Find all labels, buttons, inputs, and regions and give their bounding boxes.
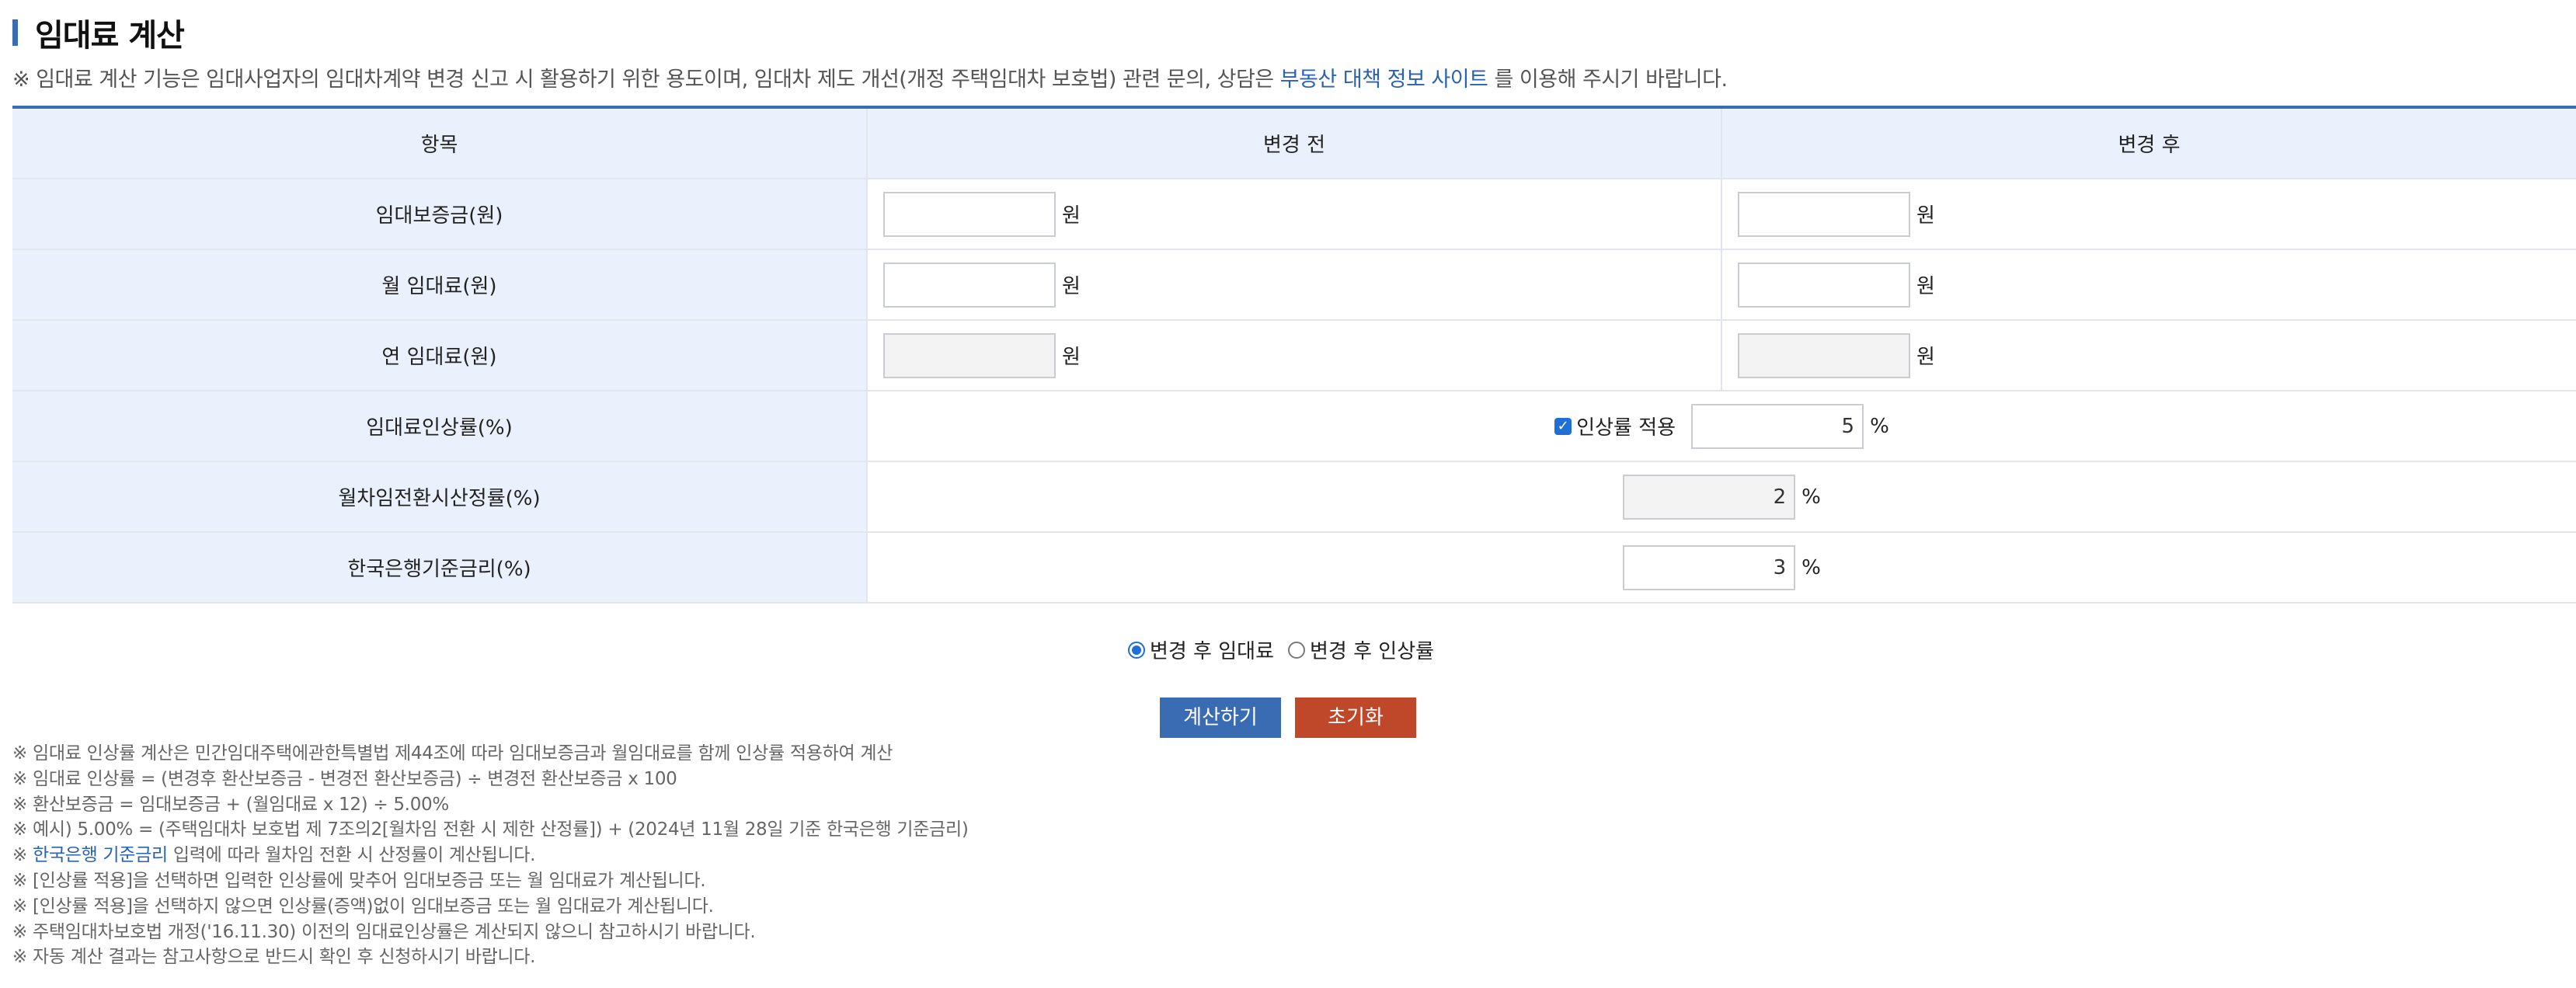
title-accent-bar	[12, 19, 18, 46]
header-after: 변경 후	[1721, 107, 2576, 179]
note-item: ※ 임대료 인상률 = (변경후 환산보증금 - 변경전 환산보증금) ÷ 변경…	[12, 768, 677, 789]
cell-annual-after: 원	[1721, 320, 2576, 391]
monthly-after-input[interactable]	[1738, 262, 1910, 308]
header-before: 변경 전	[866, 107, 1721, 179]
annual-before-field	[883, 332, 1056, 378]
page-title: 임대료 계산	[35, 18, 185, 54]
annual-after-field	[1738, 332, 1910, 378]
monthly-before-input[interactable]	[883, 262, 1056, 308]
table-row-monthly: 월 임대료(원) 원 원	[12, 249, 2576, 321]
notice-prefix: ※ 임대료 계산 기능은 임대사업자의 임대차계약 변경 신고 시 활용하기 위…	[12, 68, 1280, 92]
unit-won: 원	[1062, 275, 1081, 298]
table-row-deposit: 임대보증금(원) 원 원	[12, 179, 2576, 250]
cell-conversion: 2%	[866, 461, 2576, 533]
notice-suffix: 를 이용해 주시기 바랍니다.	[1488, 68, 1728, 92]
cell-annual-before: 원	[866, 320, 1721, 391]
note-item: ※ 환산보증금 = 임대보증금 + (월임대료 x 12) ÷ 5.00%	[12, 794, 449, 815]
header-item: 항목	[12, 107, 867, 179]
row-label-deposit: 임대보증금(원)	[12, 179, 867, 250]
bok-rate-input[interactable]: 3	[1623, 544, 1796, 590]
note-item: ※ 자동 계산 결과는 참고사항으로 반드시 확인 후 신청하시기 바랍니다.	[12, 947, 536, 968]
note-item: ※ 임대료 인상률 계산은 민간임대주택에관한특별법 제44조에 따라 임대보증…	[12, 743, 893, 764]
cell-deposit-before: 원	[866, 179, 1721, 250]
note-item: ※ [인상률 적용]을 선택하지 않으면 인상률(증액)없이 임대보증금 또는 …	[12, 896, 714, 917]
row-label-increase: 임대료인상률(%)	[12, 391, 867, 462]
bok-base-rate-link[interactable]: 한국은행 기준금리	[33, 845, 168, 865]
row-label-monthly: 월 임대료(원)	[12, 249, 867, 321]
calc-mode-radio-group: 변경 후 임대료 변경 후 인상률	[0, 635, 2576, 664]
unit-won: 원	[1916, 204, 1935, 228]
table-row-increase: 임대료인상률(%) ✓ 인상률 적용 5%	[12, 391, 2576, 462]
apply-increase-label[interactable]: 인상률 적용	[1576, 412, 1676, 440]
note-suffix: 입력에 따라 월차임 전환 시 산정률이 계산됩니다.	[167, 845, 536, 866]
table-row-conversion: 월차임전환시산정률(%) 2%	[12, 461, 2576, 533]
row-label-annual: 연 임대료(원)	[12, 320, 867, 391]
unit-won: 원	[1916, 346, 1935, 369]
note-item: ※ 주택임대차보호법 개정('16.11.30) 이전의 임대료인상률은 계산되…	[12, 921, 756, 942]
unit-percent: %	[1801, 485, 1821, 509]
unit-won: 원	[1916, 275, 1935, 298]
rent-calculator-page: 임대료 계산 ※ 임대료 계산 기능은 임대사업자의 임대차계약 변경 신고 시…	[0, 0, 2576, 988]
row-label-bok-rate: 한국은행기준금리(%)	[12, 532, 867, 604]
notice-text: ※ 임대료 계산 기능은 임대사업자의 임대차계약 변경 신고 시 활용하기 위…	[12, 62, 1728, 92]
unit-percent: %	[1801, 555, 1821, 579]
cell-monthly-before: 원	[866, 249, 1721, 321]
page-title-row: 임대료 계산	[12, 11, 185, 54]
table-row-bok-rate: 한국은행기준금리(%) 3%	[12, 532, 2576, 604]
row-label-conversion: 월차임전환시산정률(%)	[12, 461, 867, 533]
unit-won: 원	[1062, 346, 1081, 369]
radio-after-rent-label[interactable]: 변경 후 임대료	[1150, 635, 1274, 664]
deposit-after-input[interactable]	[1738, 191, 1910, 237]
radio-after-rate[interactable]	[1288, 641, 1305, 659]
notes-list: ※ 임대료 인상률 계산은 민간임대주택에관한특별법 제44조에 따라 임대보증…	[12, 741, 969, 970]
deposit-before-input[interactable]	[883, 191, 1056, 237]
table-row-annual: 연 임대료(원) 원 원	[12, 320, 2576, 391]
note-item: ※ 예시) 5.00% = (주택임대차 보호법 제 7조의2[월차임 전환 시…	[12, 819, 969, 840]
note-item: ※ [인상률 적용]을 선택하면 입력한 인상률에 맞추어 임대보증금 또는 월…	[12, 870, 706, 891]
real-estate-policy-site-link[interactable]: 부동산 대책 정보 사이트	[1280, 68, 1488, 92]
table-header-row: 항목 변경 전 변경 후	[12, 107, 2576, 179]
increase-rate-input[interactable]: 5	[1691, 403, 1864, 449]
cell-monthly-after: 원	[1721, 249, 2576, 321]
action-buttons: 계산하기 초기화	[0, 698, 2576, 738]
note-item: ※ 한국은행 기준금리 입력에 따라 월차임 전환 시 산정률이 계산됩니다.	[12, 843, 969, 868]
unit-percent: %	[1870, 414, 1889, 438]
rent-calc-table: 항목 변경 전 변경 후 임대보증금(원) 원 원 월 임대료(원) 원 원 연…	[12, 106, 2576, 604]
unit-won: 원	[1062, 204, 1081, 228]
note-prefix: ※	[12, 845, 33, 866]
calculate-button[interactable]: 계산하기	[1160, 698, 1281, 738]
apply-increase-checkbox[interactable]: ✓	[1554, 417, 1572, 435]
cell-deposit-after: 원	[1721, 179, 2576, 250]
reset-button[interactable]: 초기화	[1295, 698, 1416, 738]
cell-bok-rate: 3%	[866, 532, 2576, 604]
radio-after-rent[interactable]	[1127, 641, 1145, 659]
cell-increase: ✓ 인상률 적용 5%	[866, 391, 2576, 462]
conversion-rate-field: 2	[1623, 474, 1796, 520]
radio-after-rate-label[interactable]: 변경 후 인상률	[1310, 635, 1434, 664]
